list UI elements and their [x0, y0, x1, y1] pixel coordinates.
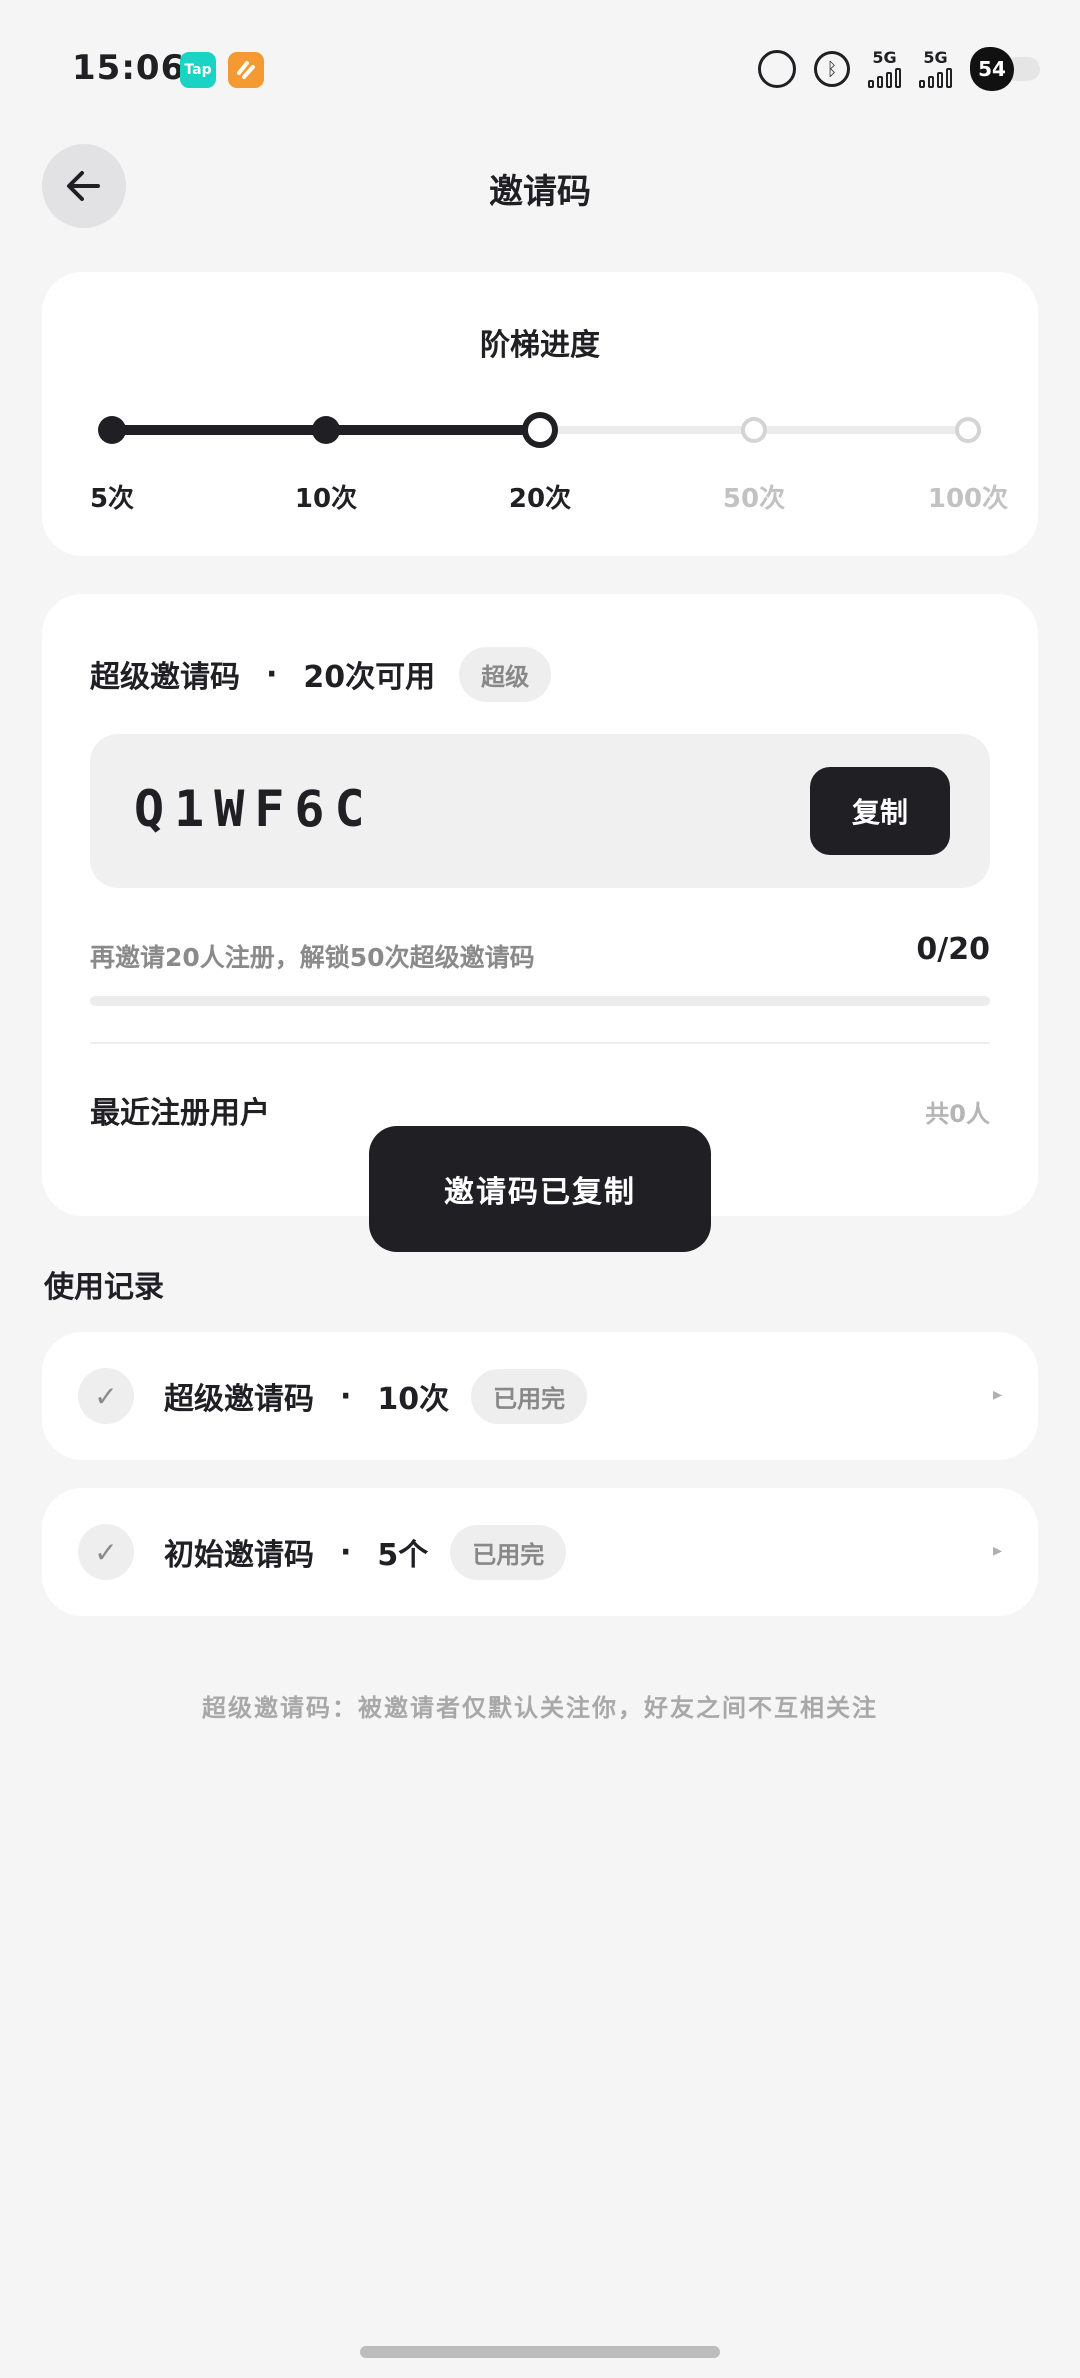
ladder-node-2 [312, 416, 340, 444]
record-amount: 5个 [377, 1538, 429, 1573]
app-icon-2 [228, 52, 264, 88]
system-icons: ᛒ 5G 5G 54 [758, 44, 1040, 94]
footer-note: 超级邀请码：被邀请者仅默认关注你，好友之间不互相关注 [202, 1694, 878, 1722]
bluetooth-icon: ᛒ [814, 51, 850, 87]
progress-hint: 再邀请20人注册，解锁50次超级邀请码 [90, 943, 535, 972]
record-row: 初始邀请码 · 5个 已用完 [164, 1524, 567, 1580]
invite-progress-bar [90, 996, 990, 1006]
battery-icon: 54 [970, 47, 1040, 91]
check-icon: ✓ [78, 1368, 134, 1424]
arrow-right-icon: ▸ [992, 1384, 1002, 1405]
ladder-node-5 [955, 417, 981, 443]
ladder-label-5: 100次 [927, 484, 1009, 514]
home-indicator[interactable] [360, 2346, 720, 2358]
record-name: 超级邀请码 [164, 1382, 314, 1417]
invite-code-card: 超级邀请码 · 20次可用 超级 Q1WF6C 复制 再邀请20人注册，解锁50… [42, 594, 1038, 1216]
recent-users-count[interactable]: 共0人 [925, 1094, 990, 1129]
ladder-label-2: 10次 [294, 484, 358, 514]
record-item[interactable]: ✓ 超级邀请码 · 10次 已用完 ▸ [42, 1332, 1038, 1460]
records-title: 使用记录 [44, 1270, 164, 1305]
recent-users-label: 最近注册用户 [90, 1096, 270, 1131]
ladder-node-1 [98, 416, 126, 444]
signal-label: 5G [872, 48, 897, 67]
page-title: 邀请码 [489, 172, 591, 212]
record-status: 已用完 [450, 1524, 567, 1580]
divider [90, 1042, 990, 1044]
arrow-right-icon: ▸ [992, 1540, 1002, 1561]
signal-5g-icon: 5G [868, 50, 901, 88]
invite-available: 20次可用 [303, 660, 436, 695]
copy-button[interactable]: 复制 [810, 767, 950, 855]
ladder-label-4: 50次 [722, 484, 786, 514]
header: 邀请码 [0, 140, 1080, 270]
battery-level: 54 [970, 47, 1014, 91]
copied-toast: 邀请码已复制 [369, 1126, 711, 1252]
monkey-face-icon [758, 50, 796, 88]
invite-title-row: 超级邀请码 · 20次可用 超级 [90, 646, 552, 702]
separator: · [340, 1534, 352, 1570]
record-status: 已用完 [471, 1368, 588, 1424]
status-time: 15:06 [72, 48, 186, 88]
ladder-node-3 [522, 412, 558, 448]
code-box: Q1WF6C 复制 [90, 734, 990, 888]
separator: · [266, 656, 278, 692]
record-row: 超级邀请码 · 10次 已用完 [164, 1368, 588, 1424]
status-bar: 15:06 Tap ᛒ 5G 5G 54 [0, 0, 1080, 140]
invite-tag: 超级 [459, 646, 552, 702]
separator: · [340, 1378, 352, 1414]
invite-name: 超级邀请码 [90, 660, 240, 695]
ladder-progress-card: 阶梯进度 5次 10次 20次 50次 100次 [42, 272, 1038, 556]
progress-count: 0/20 [916, 932, 990, 967]
invite-code[interactable]: Q1WF6C [134, 780, 375, 838]
ladder-label-1: 5次 [89, 484, 135, 514]
record-amount: 10次 [377, 1382, 450, 1417]
signal-label-2: 5G [923, 48, 948, 67]
record-item[interactable]: ✓ 初始邀请码 · 5个 已用完 ▸ [42, 1488, 1038, 1616]
tap-icon: Tap [180, 52, 216, 88]
check-icon: ✓ [78, 1524, 134, 1580]
ladder-node-4 [741, 417, 767, 443]
record-name: 初始邀请码 [164, 1538, 314, 1573]
ladder-title: 阶梯进度 [480, 328, 600, 363]
ladder-label-3: 20次 [508, 484, 572, 514]
signal-5g-icon-2: 5G [919, 50, 952, 88]
